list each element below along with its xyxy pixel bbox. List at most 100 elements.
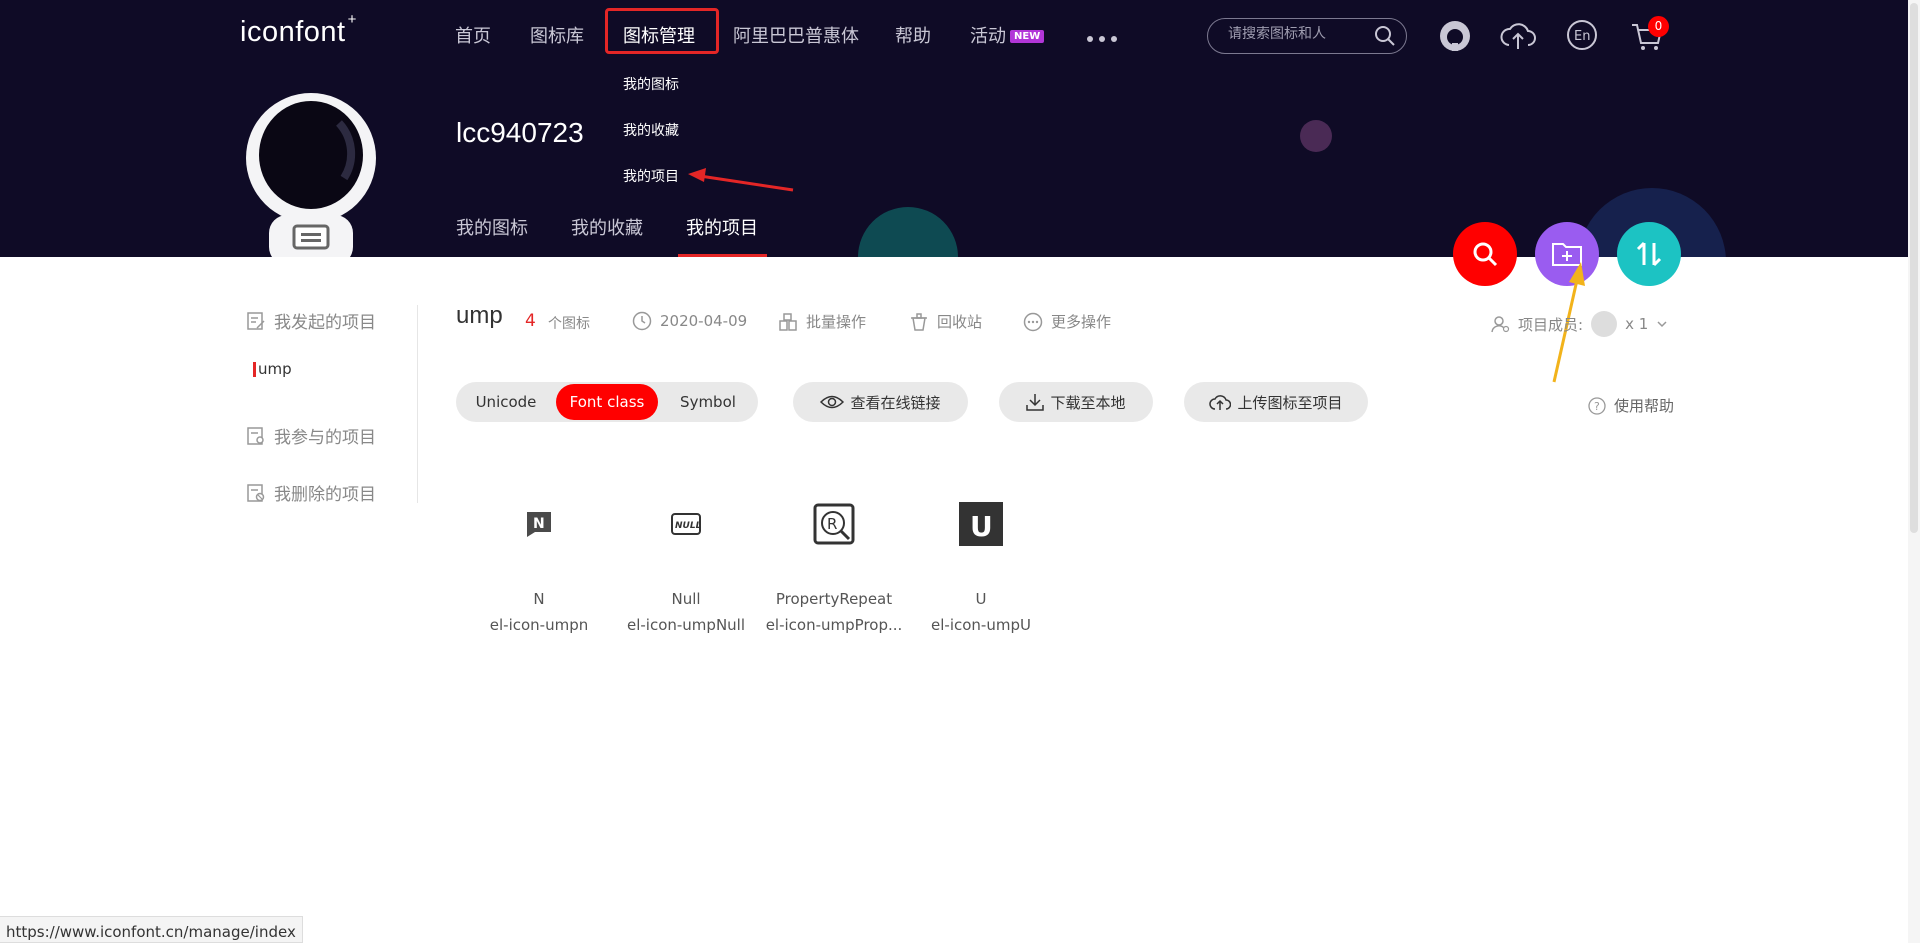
search-icon: [1473, 242, 1498, 267]
tab-my-icons[interactable]: 我的图标: [456, 214, 528, 240]
null-icon: NULL: [662, 500, 710, 548]
dropdown-my-icons[interactable]: 我的图标: [623, 74, 679, 94]
property-repeat-icon: R: [810, 500, 858, 548]
more-operations-button[interactable]: 更多操作: [1023, 311, 1111, 332]
more-icon: [1023, 312, 1043, 331]
recycle-bin-label: 回收站: [937, 313, 983, 331]
icon-name: N: [533, 590, 545, 608]
mode-unicode[interactable]: Unicode: [458, 384, 554, 420]
sidebar-project-ump[interactable]: ump: [253, 360, 292, 378]
language-en-icon[interactable]: En: [1566, 19, 1600, 53]
iconfont-logo[interactable]: iconfont +: [240, 11, 357, 49]
download-icon: [1026, 394, 1045, 411]
svg-text:NULL: NULL: [675, 521, 701, 531]
document-edit-icon: [247, 311, 265, 330]
eye-icon: [820, 395, 845, 409]
icon-name: PropertyRepeat: [775, 590, 893, 608]
sidebar-item-label: 我发起的项目: [274, 313, 376, 333]
icon-class: el-icon-umpProp...: [765, 616, 903, 634]
logo-text: iconfont: [240, 16, 346, 48]
username: lcc940723: [456, 117, 584, 148]
nav-home[interactable]: 首页: [455, 22, 491, 48]
view-online-link-button[interactable]: 查看在线链接: [793, 382, 968, 422]
sidebar-divider: [417, 305, 418, 503]
project-icon-unit: 个图标: [548, 316, 590, 332]
upload-cloud-icon[interactable]: [1500, 19, 1536, 53]
logo-plus: +: [347, 11, 357, 29]
more-nav-icon[interactable]: [1087, 36, 1117, 42]
display-mode-switch: Unicode Font class Symbol: [456, 382, 758, 422]
icon-card[interactable]: R PropertyRepeat el-icon-umpProp...: [759, 500, 909, 634]
sidebar-item-joined-projects[interactable]: 我参与的项目: [246, 423, 376, 448]
dropdown-my-projects[interactable]: 我的项目: [623, 166, 679, 186]
github-icon[interactable]: [1438, 19, 1472, 53]
upload-icons-label: 上传图标至项目: [1237, 393, 1343, 412]
letter-u-icon: U: [957, 500, 1005, 548]
icon-card[interactable]: N N el-icon-umpn: [464, 500, 614, 634]
search-icon[interactable]: [1374, 25, 1396, 51]
nav-activity[interactable]: 活动 NEW: [970, 22, 1045, 48]
icon-class: el-icon-umpn: [489, 616, 589, 634]
search-float-button[interactable]: [1453, 222, 1517, 286]
mode-symbol[interactable]: Symbol: [660, 384, 756, 420]
clock-icon: [632, 311, 652, 331]
dropdown-my-favorites[interactable]: 我的收藏: [623, 120, 679, 140]
upload-cloud-icon: [1209, 395, 1232, 410]
svg-text:N: N: [533, 516, 545, 532]
more-operations-label: 更多操作: [1051, 313, 1112, 331]
icon-card[interactable]: NULL Null el-icon-umpNull: [611, 500, 761, 634]
project-icon-count: 4: [525, 311, 536, 331]
letter-n-icon: N: [515, 500, 563, 548]
search-field[interactable]: [1207, 18, 1407, 54]
trash-icon: [911, 312, 927, 331]
nav-alibaba-font[interactable]: 阿里巴巴普惠体: [733, 22, 859, 48]
sidebar-item-deleted-projects[interactable]: 我删除的项目: [246, 480, 376, 505]
icon-class: el-icon-umpU: [931, 616, 1031, 634]
tab-my-projects[interactable]: 我的项目: [686, 214, 758, 240]
header: iconfont+ 首页 图标库 图标管理 阿里巴巴普惠体 帮助 活动NEW E…: [0, 0, 1920, 257]
chevron-down-icon[interactable]: [1656, 318, 1668, 330]
project-members[interactable]: 项目成员: x 1: [1490, 311, 1668, 337]
scrollbar-thumb[interactable]: [1910, 3, 1918, 533]
view-online-link-label: 查看在线链接: [850, 393, 941, 412]
active-tab-indicator: [678, 254, 767, 257]
sort-float-button[interactable]: [1617, 222, 1681, 286]
page-scrollbar[interactable]: [1908, 0, 1920, 943]
project-title: ump: [456, 302, 503, 329]
question-icon: ?: [1588, 396, 1606, 415]
sidebar-item-label: 我参与的项目: [274, 428, 376, 448]
sidebar-item-my-created-projects[interactable]: 我发起的项目: [246, 308, 376, 333]
nav-activity-label: 活动: [970, 26, 1006, 47]
project-date: 2020-04-09: [632, 311, 747, 331]
mode-font-class[interactable]: Font class: [556, 384, 658, 420]
members-label: 项目成员:: [1518, 315, 1584, 334]
icon-class: el-icon-umpNull: [626, 616, 746, 634]
download-local-label: 下载至本地: [1050, 393, 1126, 412]
upload-icons-button[interactable]: 上传图标至项目: [1184, 382, 1368, 422]
grid-icon: [779, 312, 797, 331]
project-date-text: 2020-04-09: [660, 312, 748, 330]
recycle-bin-button[interactable]: 回收站: [909, 311, 982, 332]
svg-text:R: R: [827, 515, 837, 533]
svg-text:En: En: [1574, 29, 1590, 44]
new-badge: NEW: [1010, 30, 1045, 43]
nav-help[interactable]: 帮助: [895, 22, 931, 48]
usage-help-link[interactable]: ? 使用帮助: [1588, 395, 1674, 416]
batch-operation-label: 批量操作: [806, 313, 867, 331]
icon-name: U: [975, 590, 987, 608]
download-local-button[interactable]: 下载至本地: [999, 382, 1153, 422]
avatar[interactable]: [244, 93, 378, 257]
nav-icon-library[interactable]: 图标库: [530, 22, 584, 48]
sidebar-item-label: 我删除的项目: [274, 485, 376, 505]
icon-name: Null: [671, 590, 701, 608]
tab-my-favorites[interactable]: 我的收藏: [571, 214, 643, 240]
batch-operation-button[interactable]: 批量操作: [778, 311, 866, 332]
user-settings-icon: [1491, 316, 1510, 333]
svg-text:U: U: [970, 510, 993, 543]
member-avatar: [1591, 311, 1618, 337]
icon-card[interactable]: U U el-icon-umpU: [906, 500, 1056, 634]
cart-count-badge: 0: [1648, 16, 1669, 37]
document-delete-icon: [247, 483, 265, 502]
search-input[interactable]: [1228, 26, 1368, 42]
members-count: x 1: [1625, 315, 1649, 333]
